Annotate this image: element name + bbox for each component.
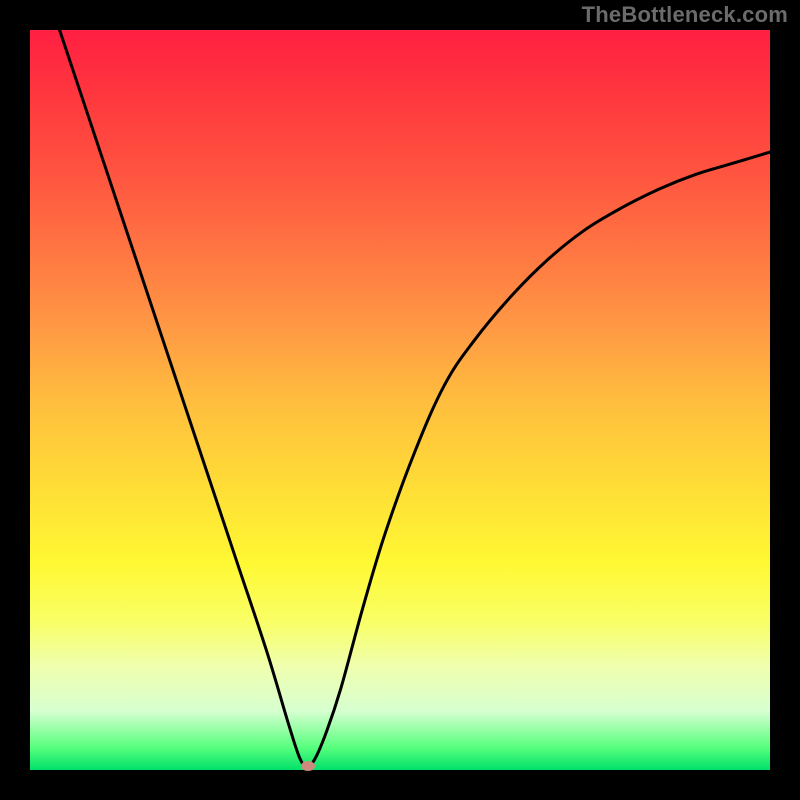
curve-svg — [30, 30, 770, 770]
watermark-text: TheBottleneck.com — [582, 2, 788, 28]
chart-frame: TheBottleneck.com — [0, 0, 800, 800]
plot-area — [30, 30, 770, 770]
bottleneck-curve — [60, 30, 770, 766]
bottleneck-marker — [301, 761, 315, 771]
